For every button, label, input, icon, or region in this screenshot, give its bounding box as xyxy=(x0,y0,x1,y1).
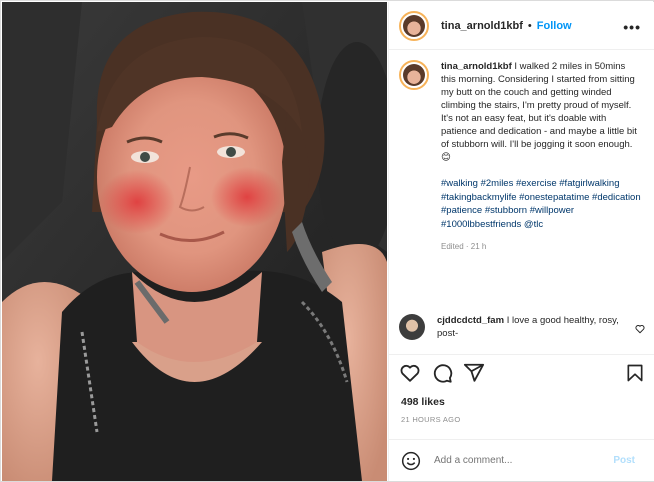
instagram-post: tina_arnold1kbf • Follow ••• tina_arnold… xyxy=(0,0,654,482)
caption-edited-timestamp: Edited · 21 h xyxy=(441,242,487,251)
post-details-panel: tina_arnold1kbf • Follow ••• tina_arnold… xyxy=(388,2,654,481)
caption-text: I walked 2 miles in 50mins this morning.… xyxy=(441,61,637,163)
comment-icon[interactable] xyxy=(431,362,453,384)
author-username[interactable]: tina_arnold1kbf xyxy=(441,20,523,32)
small-heart-icon[interactable] xyxy=(635,324,645,334)
actions-divider xyxy=(389,354,654,355)
follow-button[interactable]: Follow xyxy=(537,20,572,32)
more-options-icon[interactable]: ••• xyxy=(623,19,641,35)
post-photo-image xyxy=(2,2,387,481)
share-icon[interactable] xyxy=(463,362,485,384)
post-header: tina_arnold1kbf • Follow ••• xyxy=(389,2,654,50)
comment-item: cjddcdctd_fam I love a good healthy, ros… xyxy=(399,314,645,340)
header-separator: • xyxy=(527,19,532,32)
caption-hashtags[interactable]: #walking #2miles #exercise #fatgirlwalki… xyxy=(441,177,641,231)
add-comment-bar: Post xyxy=(389,439,654,481)
post-timestamp[interactable]: 21 HOURS AGO xyxy=(401,415,460,424)
commenter-username[interactable]: cjddcdctd_fam xyxy=(437,315,504,326)
likes-count[interactable]: 498 likes xyxy=(401,396,445,408)
post-photo[interactable] xyxy=(2,2,387,481)
author-avatar[interactable] xyxy=(399,10,429,41)
action-bar xyxy=(399,362,645,386)
bookmark-icon[interactable] xyxy=(625,362,645,384)
emoji-icon[interactable] xyxy=(401,451,421,471)
caption-username[interactable]: tina_arnold1kbf xyxy=(441,61,512,72)
caption-avatar[interactable] xyxy=(399,60,429,90)
comment-input[interactable] xyxy=(434,455,604,466)
heart-icon[interactable] xyxy=(399,362,421,384)
commenter-avatar[interactable] xyxy=(399,314,425,340)
post-caption: tina_arnold1kbf I walked 2 miles in 50mi… xyxy=(399,60,645,253)
post-comment-button[interactable]: Post xyxy=(613,455,635,466)
